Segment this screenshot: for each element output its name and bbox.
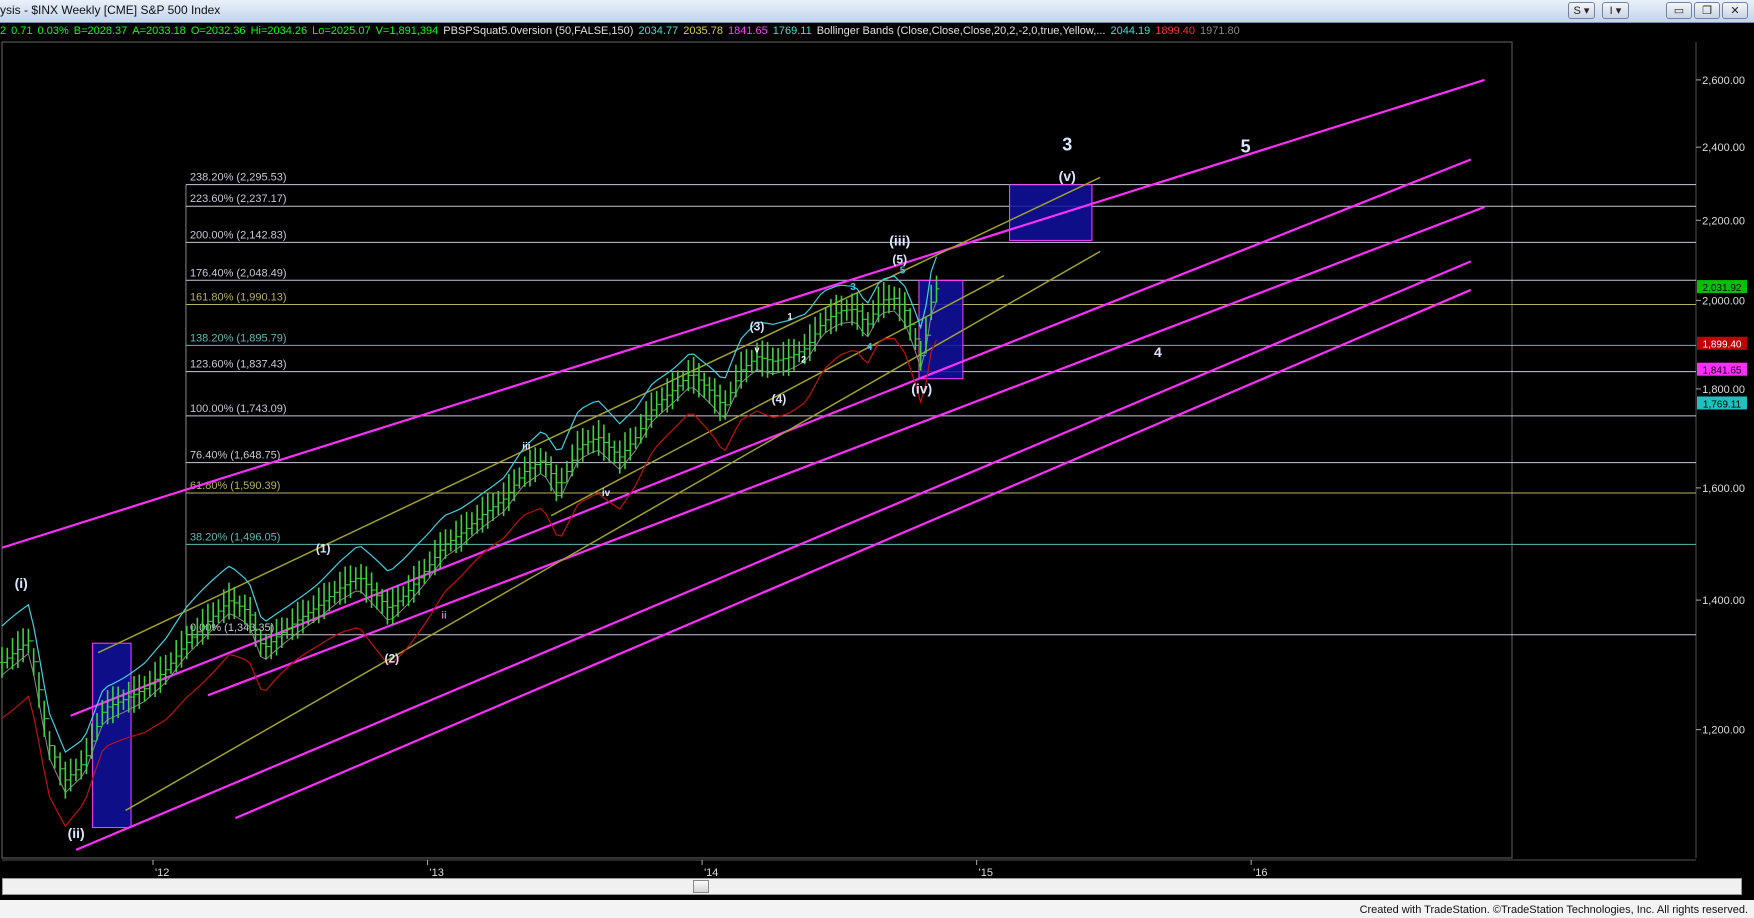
indicator-menu-label: I: [1609, 5, 1613, 17]
y-tick-label-6: 2,400.00: [1702, 142, 1745, 154]
window-titlebar[interactable]: ysis - $INX Weekly [CME] S&P 500 Index S…: [0, 0, 1754, 23]
fib-level-label-2: 200.00% (2,142.83): [190, 229, 287, 241]
restore-icon: ❐: [1702, 5, 1712, 17]
wave-label-18: 4: [1154, 344, 1162, 360]
wave-label-7: (3): [750, 319, 765, 333]
fib-level-label-7: 100.00% (1,743.09): [190, 403, 287, 415]
wave-label-8: (4): [772, 392, 787, 406]
wave-label-11: 5: [900, 266, 906, 277]
scrollbar-thumb[interactable]: [693, 880, 709, 893]
wave-label-4: iii: [522, 441, 531, 452]
y-tick-label-5: 2,200.00: [1702, 215, 1745, 227]
wave-label-3: (2): [385, 651, 400, 665]
window-title: ysis - $INX Weekly [CME] S&P 500 Index: [0, 3, 221, 17]
fib-level-label-3: 176.40% (2,048.49): [190, 267, 287, 279]
minimize-button[interactable]: ▭: [1666, 2, 1692, 19]
wave-label-15: 3: [1062, 135, 1072, 155]
minimize-icon: ▭: [1673, 5, 1685, 17]
y-tick-label-0: 1,200.00: [1702, 725, 1745, 737]
wave-label-0: (i): [15, 575, 28, 591]
close-button[interactable]: ✕: [1722, 2, 1748, 19]
fib-level-label-5: 138.20% (1,895.79): [190, 332, 287, 344]
wave-label-5: iv: [602, 488, 611, 499]
wave-label-19: 1: [787, 312, 792, 322]
wave-label-10: 4: [867, 342, 873, 353]
fib-level-label-4: 161.80% (1,990.13): [190, 292, 287, 304]
data-status-line: 2 0.71 0.03% B=2028.37 A=2033.18 O=2032.36 Hi=…: [0, 25, 1245, 39]
close-icon: ✕: [1730, 5, 1740, 17]
status-value-7: Lo=2025.07: [312, 25, 371, 37]
status-value-4: A=2033.18: [132, 25, 186, 37]
wave-label-14: (iv): [911, 381, 932, 397]
status-value-14: Bollinger Bands (Close,Close,Close,20,2,…: [816, 25, 1106, 37]
wave-label-21: v: [754, 344, 759, 354]
status-value-1: 0.71: [11, 25, 33, 37]
status-value-17: 1971.80: [1200, 25, 1240, 37]
status-value-3: B=2028.37: [73, 25, 128, 37]
y-tick-label-3: 1,800.00: [1702, 384, 1745, 396]
status-value-8: V=1,891,394: [375, 25, 439, 37]
horizontal-scrollbar[interactable]: [2, 878, 1742, 895]
status-value-15: 2044.19: [1110, 25, 1151, 37]
wave-label-1: (ii): [68, 825, 85, 841]
wave-label-9: 3: [850, 282, 856, 293]
wave-label-13: (iii): [889, 232, 910, 248]
y-tick-label-1: 1,400.00: [1702, 595, 1745, 607]
wave-label-20: 2: [801, 354, 806, 364]
indicator-menu-button[interactable]: I ▾: [1602, 2, 1629, 19]
target-box-2: [1009, 184, 1093, 241]
status-value-12: 1841.65: [727, 25, 768, 37]
status-value-9: PBSPSquat5.0version (50,FALSE,150): [443, 25, 634, 37]
fib-level-label-6: 123.60% (1,837.43): [190, 359, 287, 371]
status-value-13: 1769.11: [772, 25, 812, 37]
fib-level-label-9: 61.80% (1,590.39): [190, 480, 281, 492]
footer-copyright: Created with TradeStation. ©TradeStation…: [1359, 904, 1748, 916]
wave-label-2: (1): [316, 541, 331, 555]
fib-level-label-1: 223.60% (2,237.17): [190, 193, 287, 205]
status-value-11: 2035.78: [683, 25, 723, 37]
fib-level-label-10: 38.20% (1,496.05): [190, 531, 281, 543]
y-tick-label-4: 2,000.00: [1702, 295, 1745, 307]
fib-level-label-8: 76.40% (1,648.75): [190, 450, 281, 462]
status-value-16: 1899.40: [1155, 25, 1196, 37]
price-tag-label-1: 1,899.40: [1703, 340, 1742, 351]
status-value-2: 0.03%: [37, 25, 69, 37]
restore-button[interactable]: ❐: [1694, 2, 1720, 19]
status-value-5: O=2032.36: [190, 25, 246, 37]
wave-label-12: (5): [892, 252, 907, 266]
status-value-10: 2034.77: [638, 25, 679, 37]
price-tag-label-2: 1,841.65: [1703, 366, 1742, 377]
symbol-menu-button[interactable]: S ▾: [1568, 2, 1595, 19]
fib-level-label-0: 238.20% (2,295.53): [190, 172, 287, 184]
wave-label-16: (v): [1059, 168, 1076, 184]
wave-label-6: ii: [441, 610, 447, 621]
price-chart[interactable]: '12'13'14'15'161,200.001,400.001,600.001…: [0, 0, 1754, 918]
status-value-0: 2: [0, 25, 7, 37]
price-tag-label-3: 1,769.11: [1703, 399, 1742, 410]
status-value-6: Hi=2034.26: [250, 25, 308, 37]
y-tick-label-2: 1,600.00: [1702, 483, 1745, 495]
price-tag-label-0: 2,031.92: [1703, 283, 1742, 294]
y-tick-label-7: 2,600.00: [1702, 75, 1745, 87]
wave-label-17: 5: [1241, 136, 1251, 156]
symbol-menu-label: S: [1573, 5, 1581, 17]
